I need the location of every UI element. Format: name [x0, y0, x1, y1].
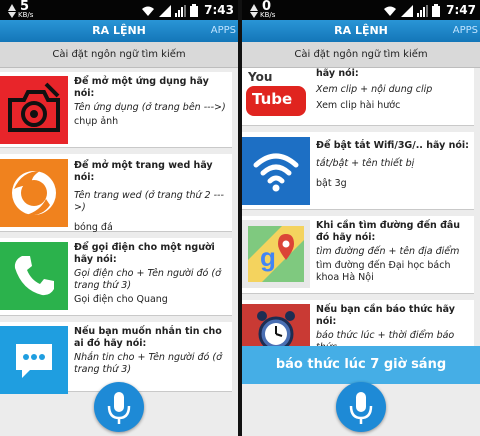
card-hint: tìm đường đến + tên địa điểm [316, 246, 460, 257]
clock: 7:47 [446, 3, 476, 17]
signal-bars-icon [175, 5, 186, 17]
screenshot-pair: 5 KB/s 7:43 RA LỆNH APPS Cài đặt ngôn ng… [0, 0, 480, 436]
card-heading: Để gọi điện cho một người hãy nói: [74, 242, 215, 265]
title-bar: RA LỆNH APPS [0, 20, 238, 42]
wifi-icon [242, 137, 310, 205]
card-heading: hãy nói: [316, 68, 359, 79]
download-arrow-icon [250, 12, 258, 18]
status-bar: 0 KB/s 7:47 [242, 0, 480, 20]
microphone-button[interactable] [94, 382, 144, 432]
card-heading: Khi cần tìm đường đến đâu đó hãy nói: [316, 220, 461, 243]
phone-call-icon [0, 242, 68, 310]
card-example: Gọi điện cho Quang [74, 294, 168, 305]
card-example: bóng đá [74, 222, 113, 233]
youtube-icon: You Tube [242, 68, 310, 122]
title-bar: RA LỆNH APPS [242, 20, 480, 42]
card-hint: Xem clip + nội dung clip [316, 84, 433, 95]
card-hint: Tên ứng dụng (ở trang bên --->) [74, 102, 226, 113]
card-example: chụp ảnh [74, 116, 119, 127]
tab-apps[interactable]: APPS [211, 20, 236, 42]
youtube-logo-tube-text: Tube [252, 90, 293, 108]
upload-arrow-icon [8, 4, 16, 11]
network-speed: 0 KB/s [246, 0, 280, 19]
signal-bars-icon [417, 5, 428, 17]
maps-icon: g [242, 220, 310, 288]
firefox-icon [0, 159, 68, 227]
card-hint: tắt/bật + tên thiết bị [316, 158, 415, 169]
battery-icon [190, 4, 198, 17]
microphone-icon [107, 392, 131, 424]
microphone-button[interactable] [336, 382, 386, 432]
network-speed-unit: KB/s [260, 11, 276, 19]
card-heading: Để mở một ứng dụng hãy nói: [74, 76, 209, 99]
search-language-settings-button[interactable]: Cài đặt ngôn ngữ tìm kiếm [0, 42, 238, 68]
download-arrow-icon [8, 12, 16, 18]
status-bar: 5 KB/s 7:43 [0, 0, 238, 20]
card-hint: Tên trang wed (ở trang thứ 2 --->) [74, 190, 224, 213]
list-item[interactable]: g Khi cần tìm đường đến đâu đó hãy nói: … [242, 216, 474, 294]
list-item[interactable]: You Tube hãy nói: Xem clip + nội dung cl… [242, 68, 474, 126]
status-icons [141, 3, 198, 17]
card-heading: Nếu bạn cần báo thức hãy nói: [316, 304, 455, 327]
signal-icon [401, 5, 413, 17]
upload-arrow-icon [250, 4, 258, 11]
card-heading: Nếu bạn muốn nhắn tin cho ai đó hãy nói: [74, 326, 222, 349]
card-hint: Nhắn tin cho + Tên người đó (ở trang thứ… [74, 352, 222, 375]
camera-app-icon [0, 76, 68, 144]
network-speed-unit: KB/s [18, 11, 34, 19]
tab-apps[interactable]: APPS [453, 20, 478, 42]
left-screen: 5 KB/s 7:43 RA LỆNH APPS Cài đặt ngôn ng… [0, 0, 238, 436]
signal-icon [159, 5, 171, 17]
tab-ra-lenh[interactable]: RA LỆNH [0, 20, 238, 42]
list-item[interactable]: Để gọi điện cho một người hãy nói: Gọi đ… [0, 238, 232, 316]
card-heading: Để mở một trang wed hãy nói: [74, 160, 213, 183]
list-item[interactable]: Để bật tắt Wifi/3G/.. hãy nói: tắt/bật +… [242, 132, 474, 210]
recognized-speech-text: báo thức lúc 7 giờ sáng [242, 346, 480, 384]
card-example: bật 3g [316, 178, 347, 189]
card-heading: Để bật tắt Wifi/3G/.. hãy nói: [316, 140, 469, 151]
right-screen: 0 KB/s 7:47 RA LỆNH APPS Cài đặt ngôn ng… [242, 0, 480, 436]
svg-text:g: g [260, 242, 276, 272]
wifi-status-icon [142, 6, 154, 16]
network-speed: 5 KB/s [4, 0, 38, 19]
wifi-status-icon [384, 6, 396, 16]
tab-ra-lenh[interactable]: RA LỆNH [242, 20, 480, 42]
search-language-settings-button[interactable]: Cài đặt ngôn ngữ tìm kiếm [242, 42, 480, 68]
list-item[interactable]: Để mở một trang wed hãy nói: Tên trang w… [0, 154, 232, 233]
microphone-icon [349, 392, 373, 424]
clock: 7:43 [204, 3, 234, 17]
battery-icon [432, 4, 440, 17]
card-example: Xem clip hài hước [316, 100, 401, 111]
list-item[interactable]: Để mở một ứng dụng hãy nói: Tên ứng dụng… [0, 72, 232, 148]
alarm-clock-icon [242, 304, 310, 352]
message-icon [0, 326, 68, 394]
status-icons [383, 3, 440, 17]
card-hint: Gọi điện cho + Tên người đó (ở trang thứ… [74, 268, 221, 291]
card-example: tìm đường đến Đại học bách khoa Hà Nội [316, 260, 451, 283]
